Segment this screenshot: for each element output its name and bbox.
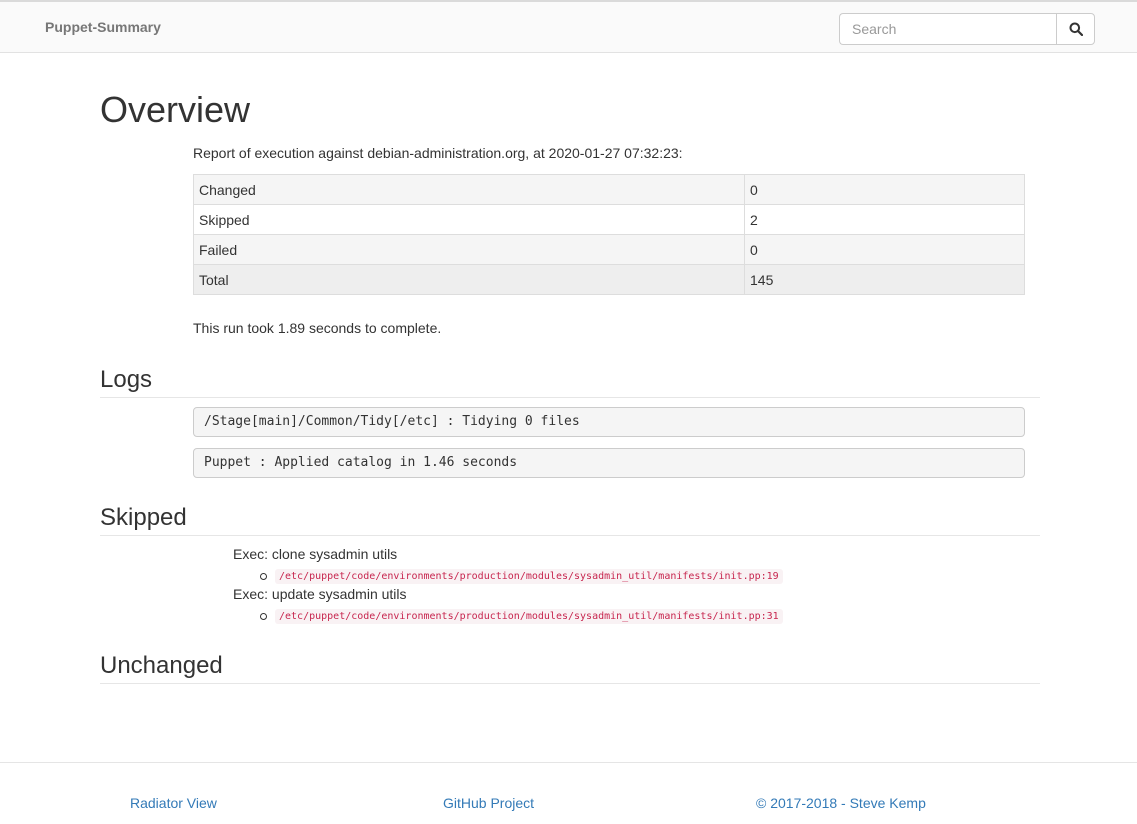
run-duration-text: This run took 1.89 seconds to complete. [193, 320, 442, 336]
skipped-path: /etc/puppet/code/environments/production… [275, 608, 783, 624]
page-title: Overview [100, 89, 251, 130]
summary-label: Skipped [193, 204, 745, 235]
bullet-icon [260, 572, 267, 580]
table-row: Skipped 2 [193, 204, 1025, 235]
table-row: Failed 0 [193, 234, 1025, 265]
log-line: Puppet : Applied catalog in 1.46 seconds [193, 448, 1025, 478]
summary-label: Total [193, 264, 745, 295]
bullet-icon [260, 612, 267, 620]
navbar: Puppet-Summary [0, 0, 1137, 53]
search-button[interactable] [1056, 13, 1095, 45]
summary-value: 0 [744, 234, 1025, 265]
table-row: Changed 0 [193, 174, 1025, 205]
search-form [839, 13, 1095, 45]
skipped-path: /etc/puppet/code/environments/production… [275, 568, 783, 584]
search-icon [1069, 22, 1083, 36]
summary-label: Failed [193, 234, 745, 265]
summary-value: 145 [744, 264, 1025, 295]
footer: Radiator View GitHub Project © 2017-2018… [0, 762, 1137, 824]
report-description: Report of execution against debian-admin… [193, 145, 683, 161]
radiator-view-link[interactable]: Radiator View [130, 795, 217, 811]
logs-heading: Logs [100, 365, 1040, 398]
search-input[interactable] [839, 13, 1056, 45]
skipped-item: Exec: clone sysadmin utils [233, 546, 398, 562]
skipped-item: Exec: update sysadmin utils [233, 586, 407, 602]
skipped-heading: Skipped [100, 503, 1040, 536]
github-project-link[interactable]: GitHub Project [443, 795, 534, 811]
list-item: /etc/puppet/code/environments/production… [260, 608, 783, 624]
brand-link[interactable]: Puppet-Summary [45, 19, 161, 35]
list-item: /etc/puppet/code/environments/production… [260, 568, 783, 584]
table-row: Total 145 [193, 264, 1025, 295]
log-line: /Stage[main]/Common/Tidy[/etc] : Tidying… [193, 407, 1025, 437]
summary-table: Changed 0 Skipped 2 Failed 0 Total 145 [193, 174, 1025, 295]
copyright-link[interactable]: © 2017-2018 - Steve Kemp [756, 795, 926, 811]
summary-label: Changed [193, 174, 745, 205]
summary-value: 0 [744, 174, 1025, 205]
summary-value: 2 [744, 204, 1025, 235]
unchanged-heading: Unchanged [100, 651, 1040, 684]
